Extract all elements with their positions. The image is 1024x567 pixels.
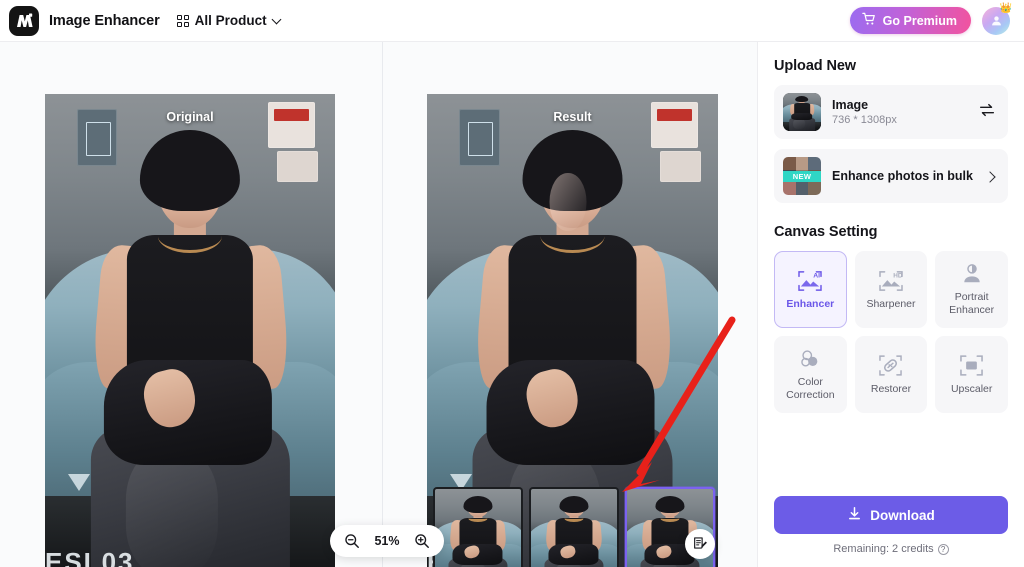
original-plate-text: ESL03 — [45, 547, 135, 567]
chevron-down-icon — [273, 16, 282, 25]
tool-upscaler[interactable]: Upscaler — [935, 336, 1008, 413]
credits-text: Remaining: 2 credits — [833, 543, 934, 555]
result-variant-thumbnails — [433, 487, 715, 567]
color-circles-icon — [798, 347, 822, 371]
help-circle-icon[interactable]: ? — [937, 543, 949, 555]
user-icon — [991, 16, 1001, 26]
app-root: Image Enhancer All Product Go Premium 👑 … — [0, 0, 1024, 567]
tool-color-correction-label: Color Correction — [786, 376, 835, 401]
enhance-bulk-card[interactable]: NEW Enhance photos in bulk — [774, 149, 1008, 203]
credits-status: Remaining: 2 credits ? — [774, 543, 1008, 555]
uploaded-image-meta: Image 736 * 1308px — [832, 98, 978, 126]
zoom-controls: 51% — [330, 525, 444, 557]
tool-enhancer[interactable]: AI Enhancer — [774, 251, 847, 328]
page-title: Image Enhancer — [49, 12, 160, 29]
bulk-photos-icon: NEW — [783, 157, 821, 195]
tool-restorer[interactable]: Restorer — [854, 336, 928, 413]
image-thumbnail — [783, 93, 821, 131]
download-label: Download — [870, 507, 935, 523]
go-premium-label: Go Premium — [882, 13, 957, 28]
go-premium-button[interactable]: Go Premium — [849, 7, 971, 34]
result-image-pane[interactable]: ESLO — [427, 94, 718, 567]
feedback-edit-icon[interactable] — [685, 529, 715, 559]
tool-portrait-enhancer[interactable]: Portrait Enhancer — [935, 251, 1008, 328]
all-product-dropdown[interactable]: All Product — [176, 13, 282, 28]
tool-upscaler-label: Upscaler — [950, 382, 993, 395]
tool-sharpener-label: Sharpener — [866, 297, 916, 310]
avatar[interactable]: 👑 — [982, 2, 1012, 35]
canvas-setting-title: Canvas Setting — [774, 224, 878, 240]
swap-arrows-icon[interactable] — [978, 101, 996, 124]
original-photo: ESL03 — [45, 94, 335, 567]
person-subject — [77, 130, 303, 567]
zoom-level-value: 51% — [374, 534, 400, 548]
portrait-icon — [960, 262, 984, 286]
hd-sharpener-icon: HD — [878, 269, 904, 293]
zoom-in-icon[interactable] — [414, 533, 430, 549]
settings-sidebar: Upload New Image 736 * 1308px NEW Enhanc… — [757, 42, 1024, 567]
app-header: Image Enhancer All Product Go Premium 👑 — [0, 0, 1024, 42]
header-actions: Go Premium 👑 — [849, 2, 1012, 35]
bandage-restore-icon — [878, 354, 903, 378]
tool-enhancer-label: Enhancer — [786, 297, 835, 310]
ai-enhancer-icon: AI — [797, 269, 823, 293]
panel-divider — [382, 42, 383, 567]
chevron-right-icon — [985, 171, 996, 182]
zoom-out-icon[interactable] — [344, 533, 360, 549]
canvas-area: ESL03 Original Result 51% — [0, 42, 757, 567]
grid-icon — [176, 14, 189, 27]
original-image-pane[interactable]: ESL03 Original — [45, 94, 335, 567]
download-button[interactable]: Download — [774, 496, 1008, 534]
tool-restorer-label: Restorer — [870, 382, 912, 395]
tool-portrait-enhancer-label: Portrait Enhancer — [949, 291, 995, 316]
brand-m-logo[interactable] — [9, 5, 39, 36]
uploaded-image-dimensions: 736 * 1308px — [832, 114, 897, 126]
result-photo: ESLO — [427, 94, 718, 567]
app-body: ESL03 Original Result 51% Upload New Ima… — [0, 42, 1024, 567]
new-badge: NEW — [783, 170, 821, 183]
uploaded-image-name: Image — [832, 98, 869, 112]
tool-sharpener[interactable]: HD Sharpener — [854, 251, 928, 328]
upscale-frame-icon — [959, 354, 984, 378]
upload-section-title: Upload New — [774, 58, 856, 74]
all-product-label: All Product — [194, 13, 267, 28]
canvas-tool-grid: AI Enhancer HD Sharpener Portrait Enhanc… — [774, 251, 1008, 413]
uploaded-image-card[interactable]: Image 736 * 1308px — [774, 85, 1008, 139]
svg-text:AI: AI — [814, 272, 821, 279]
shopping-cart-icon — [861, 12, 876, 29]
list-item[interactable] — [529, 487, 619, 567]
enhance-bulk-label: Enhance photos in bulk — [832, 169, 973, 183]
list-item[interactable] — [433, 487, 523, 567]
tool-color-correction[interactable]: Color Correction — [774, 336, 847, 413]
svg-text:HD: HD — [893, 272, 903, 279]
crown-icon: 👑 — [999, 2, 1012, 14]
sidebar-footer: Download Remaining: 2 credits ? — [774, 496, 1008, 567]
download-icon — [847, 506, 862, 524]
